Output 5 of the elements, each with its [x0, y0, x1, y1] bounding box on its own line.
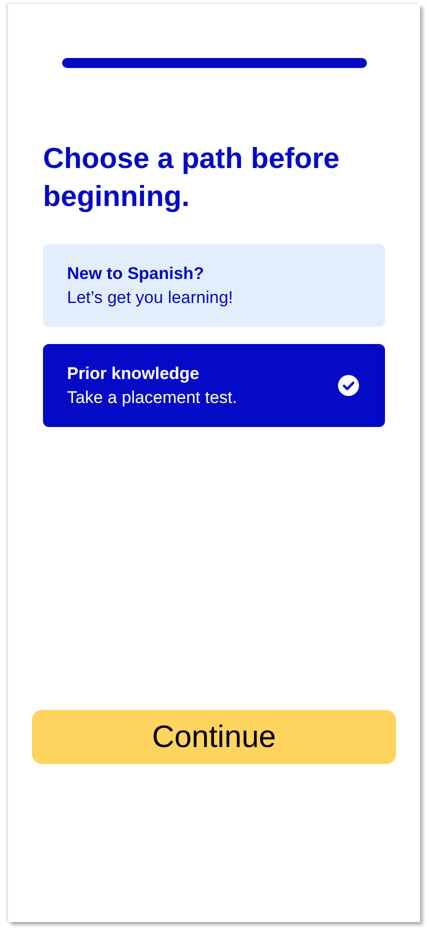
path-option[interactable]: New to Spanish? Let’s get you learning! [43, 244, 385, 327]
path-option[interactable]: Prior knowledge Take a placement test. [43, 344, 385, 427]
heading: Choose a path before beginning. [43, 142, 340, 215]
continue-button[interactable]: Continue [32, 710, 396, 764]
check-icon [338, 375, 359, 396]
